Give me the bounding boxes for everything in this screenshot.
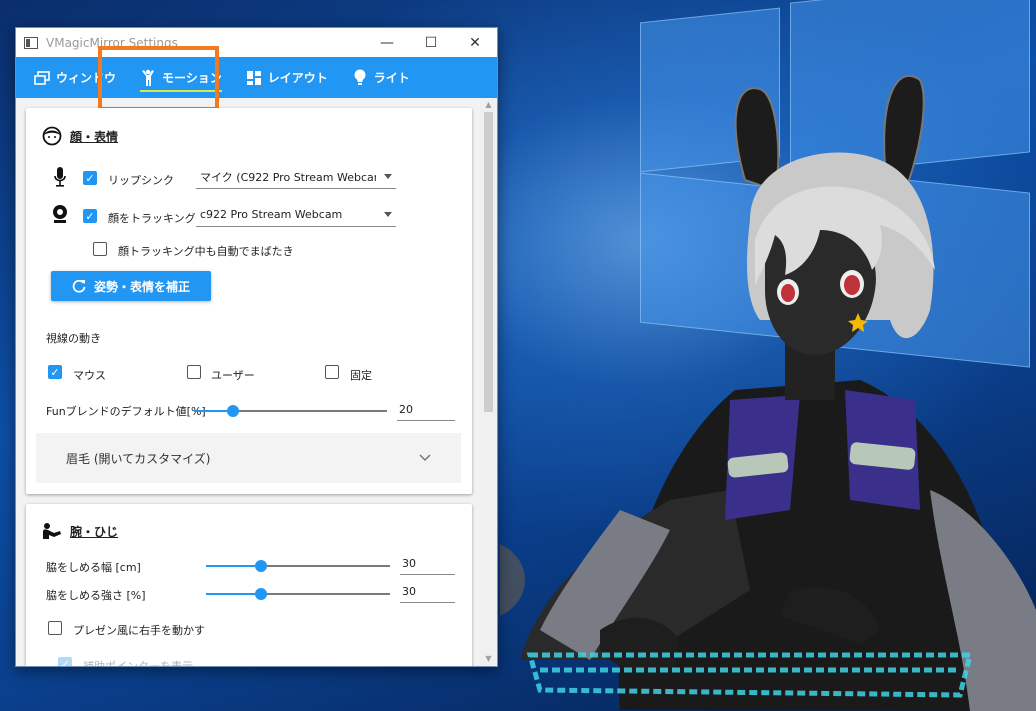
close-button[interactable]: ✕ — [453, 28, 497, 57]
tab-motion[interactable]: モーション — [128, 57, 234, 98]
calibrate-button-label: 姿勢・表情を補正 — [93, 279, 190, 294]
arm-person-icon — [43, 523, 61, 539]
layout-icon — [246, 70, 262, 86]
microphone-select[interactable]: マイク (C922 Pro Stream Webcam) — [196, 165, 396, 189]
waist-strength-label: 脇をしめる強さ [%] — [46, 589, 146, 602]
minimize-button[interactable]: — — [365, 28, 409, 57]
webcam-icon — [53, 205, 67, 223]
maximize-button[interactable]: ☐ — [409, 28, 453, 57]
waist-strength-slider-fill — [206, 593, 261, 595]
window-icon — [34, 70, 50, 86]
auto-blink-checkbox[interactable] — [93, 242, 107, 256]
gaze-fixed-label: 固定 — [350, 369, 372, 382]
chevron-down-icon — [419, 454, 431, 462]
calibrate-button[interactable]: 姿勢・表情を補正 — [51, 271, 211, 301]
presentation-label: プレゼン風に右手を動かす — [73, 624, 205, 637]
fun-blend-value-field[interactable]: 20 — [397, 403, 455, 421]
eyebrow-expander-label: 眉毛 (開いてカスタマイズ) — [66, 451, 211, 466]
lipsync-checkbox[interactable]: ✓ — [83, 171, 97, 185]
tab-motion-label: モーション — [162, 71, 222, 85]
scroll-down-icon[interactable]: ▼ — [480, 652, 497, 666]
waist-strength-value-field[interactable]: 30 — [400, 585, 455, 603]
gaze-fixed-checkbox[interactable] — [325, 365, 339, 379]
pointer-checkbox[interactable]: ✓ — [58, 657, 72, 666]
scrollbar-thumb[interactable] — [484, 112, 493, 412]
arm-card: 腕・ひじ 脇をしめる幅 [cm] 30 脇をしめる強さ [%] 30 プレゼン風… — [26, 504, 472, 666]
waist-width-value-field[interactable]: 30 — [400, 557, 455, 575]
settings-content: 顔・表情 ✓ リップシンク マイク (C922 Pro Stream Webca… — [16, 98, 480, 666]
arm-card-header: 腕・ひじ — [42, 522, 118, 540]
tab-window-label: ウィンドウ — [56, 71, 117, 85]
person-icon — [140, 69, 156, 86]
face-card-title: 顔・表情 — [70, 129, 119, 144]
scroll-up-icon[interactable]: ▲ — [480, 98, 497, 112]
fun-blend-slider-knob[interactable] — [227, 405, 239, 417]
fun-blend-label: Funブレンドのデフォルト値[%] — [46, 405, 206, 418]
settings-window: VMagicMirror Settings — ☐ ✕ ウィンドウ モーション … — [15, 27, 498, 667]
face-card-header: 顔・表情 — [42, 126, 118, 146]
microphone-icon — [54, 167, 66, 187]
chevron-down-icon — [384, 212, 392, 217]
tab-layout-label: レイアウト — [267, 71, 328, 85]
title-bar[interactable]: VMagicMirror Settings — ☐ ✕ — [16, 28, 497, 57]
tab-light[interactable]: ライト — [340, 57, 422, 98]
waist-width-slider-fill — [206, 565, 261, 567]
auto-blink-label: 顔トラッキング中も自動でまばたき — [118, 245, 294, 258]
waist-width-slider-knob[interactable] — [255, 560, 267, 572]
pointer-label: 補助ポインターを表示 — [83, 658, 193, 666]
waist-strength-slider-knob[interactable] — [255, 588, 267, 600]
vertical-scrollbar[interactable]: ▲ ▼ — [480, 98, 497, 666]
gaze-mouse-checkbox[interactable]: ✓ — [48, 365, 62, 379]
gaze-label: 視線の動き — [46, 332, 101, 345]
webcam-select[interactable]: c922 Pro Stream Webcam — [196, 203, 396, 227]
tab-layout[interactable]: レイアウト — [234, 57, 340, 98]
tab-bar: ウィンドウ モーション レイアウト ライト — [16, 57, 497, 98]
refresh-icon — [72, 279, 86, 293]
avatar-character — [500, 74, 1036, 711]
arm-card-title: 腕・ひじ — [70, 524, 119, 539]
eyebrow-expander[interactable]: 眉毛 (開いてカスタマイズ) — [36, 433, 461, 483]
waist-width-slider[interactable] — [206, 560, 390, 572]
fun-blend-slider[interactable] — [194, 405, 387, 417]
tab-light-label: ライト — [373, 71, 410, 85]
microphone-select-value: マイク (C922 Pro Stream Webcam) — [200, 170, 376, 184]
chevron-down-icon — [384, 174, 392, 179]
gaze-user-label: ユーザー — [211, 369, 255, 382]
lipsync-label: リップシンク — [108, 174, 174, 187]
lightbulb-icon — [352, 69, 368, 86]
face-tracking-checkbox[interactable]: ✓ — [83, 209, 97, 223]
face-card: 顔・表情 ✓ リップシンク マイク (C922 Pro Stream Webca… — [26, 108, 472, 494]
app-icon — [24, 36, 38, 49]
webcam-select-value: c922 Pro Stream Webcam — [200, 208, 343, 221]
waist-strength-slider[interactable] — [206, 588, 390, 600]
tab-window[interactable]: ウィンドウ — [22, 57, 128, 98]
waist-width-label: 脇をしめる幅 [cm] — [46, 561, 141, 574]
gaze-user-checkbox[interactable] — [187, 365, 201, 379]
presentation-checkbox[interactable] — [48, 621, 62, 635]
window-title: VMagicMirror Settings — [46, 35, 178, 50]
gaze-mouse-label: マウス — [73, 369, 106, 382]
face-icon — [42, 126, 62, 146]
face-tracking-label: 顔をトラッキング — [108, 212, 196, 225]
